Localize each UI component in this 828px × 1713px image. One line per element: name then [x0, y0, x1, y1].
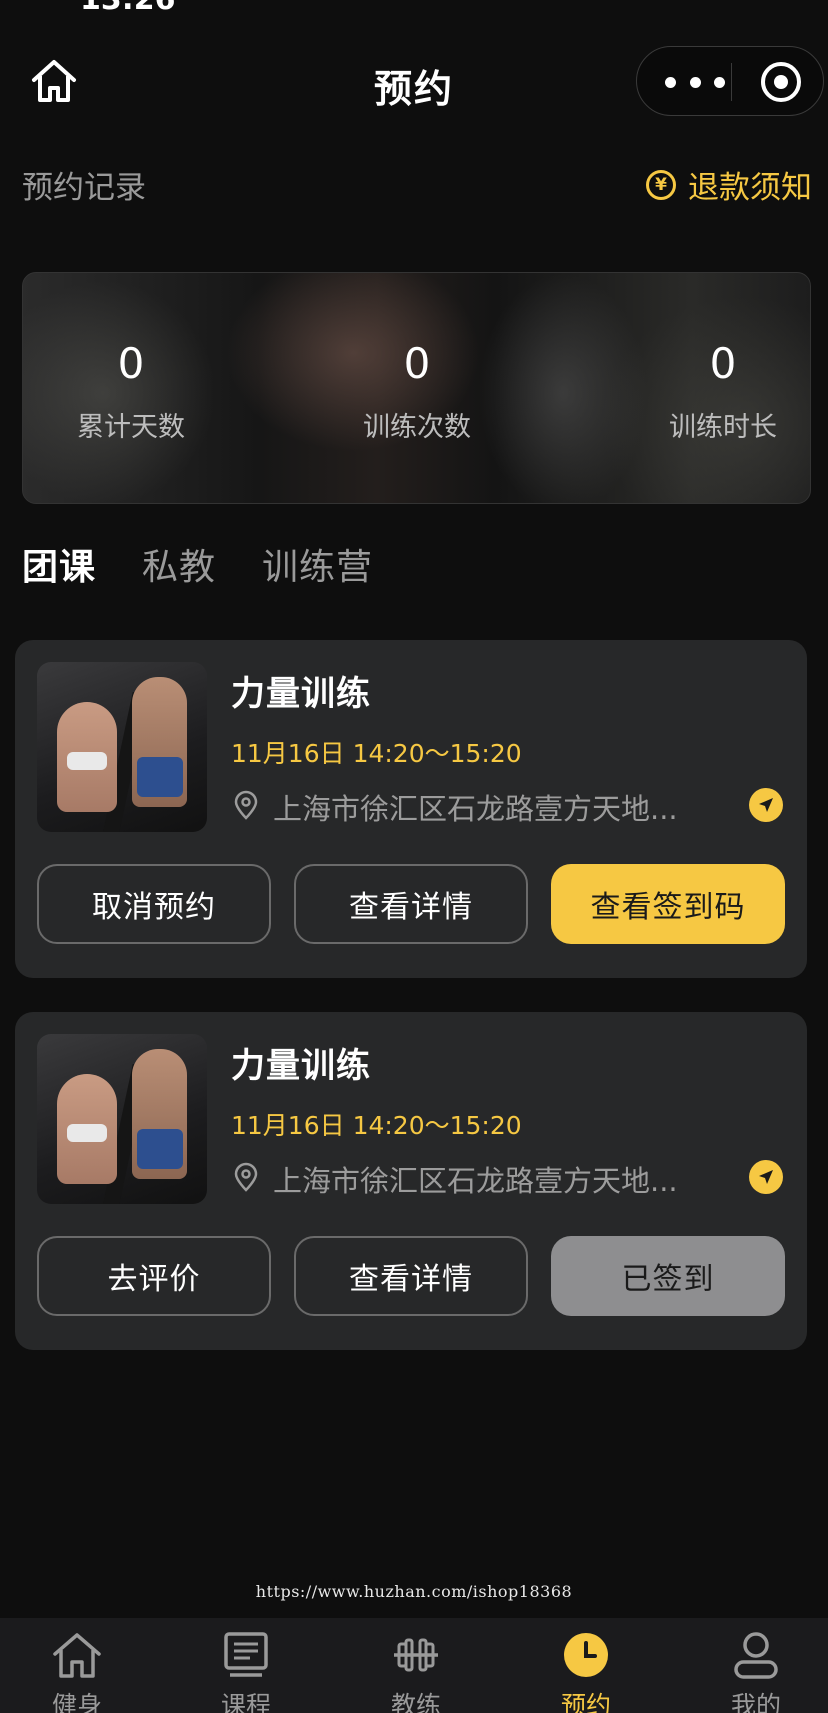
- close-mini-program-button[interactable]: [761, 62, 801, 102]
- cancel-booking-button[interactable]: 取消预约: [37, 864, 271, 944]
- yen-icon: ¥: [646, 169, 676, 200]
- tabbar-label: 课程: [220, 1691, 271, 1713]
- stats-banner: 0 累计天数 0 训练次数 0 训练时长: [22, 272, 811, 504]
- checked-in-button: 已签到: [551, 1236, 785, 1316]
- watermark-text: https://www.huzhan.com/ishop18368: [255, 1582, 573, 1601]
- bottom-tab-bar: 健身 课程 教练 预约 我的: [0, 1618, 828, 1713]
- booking-card: 力量训练 11月16日 14:20～15:20 上海市徐汇区石龙路壹方天地...…: [15, 1012, 807, 1350]
- tabbar-item-coaches[interactable]: 教练: [356, 1618, 476, 1713]
- tabbar-item-booking[interactable]: 预约: [526, 1618, 646, 1713]
- tabbar-label: 我的: [730, 1691, 781, 1713]
- more-menu-button[interactable]: [665, 69, 725, 95]
- navigation-bar: 预约: [0, 40, 828, 124]
- mini-program-capsule: [636, 46, 824, 116]
- tabbar-item-profile[interactable]: 我的: [696, 1618, 816, 1713]
- category-tabs: 团课 私教 训练营: [22, 538, 419, 590]
- class-time: 11月16日 14:20～15:20: [231, 739, 522, 768]
- record-title: 预约记录: [22, 170, 146, 206]
- status-bar: 13:26: [0, 0, 828, 20]
- user-icon: [734, 1632, 778, 1679]
- rate-button[interactable]: 去评价: [37, 1236, 271, 1316]
- booking-card: 力量训练 11月16日 14:20～15:20 上海市徐汇区石龙路壹方天地...…: [15, 640, 807, 978]
- home-icon: [53, 1633, 101, 1678]
- tab-personal-training[interactable]: 私教: [142, 538, 216, 590]
- tabbar-item-fitness[interactable]: 健身: [17, 1618, 137, 1713]
- stat-value: 0: [117, 339, 145, 388]
- stat-value: 0: [403, 339, 431, 388]
- class-address: 上海市徐汇区石龙路壹方天地...: [273, 792, 678, 826]
- class-photo: [37, 1034, 207, 1204]
- tabbar-label: 教练: [390, 1691, 441, 1713]
- tabbar-item-courses[interactable]: 课程: [186, 1618, 306, 1713]
- refund-notice-label: 退款须知: [688, 170, 812, 206]
- list-icon: [224, 1632, 268, 1677]
- clock-icon: [564, 1633, 608, 1677]
- more-dots-icon: [665, 76, 676, 88]
- tabbar-label: 预约: [560, 1691, 611, 1713]
- stat-label: 累计天数: [77, 412, 185, 443]
- status-time: 13:26: [80, 0, 176, 17]
- navigation-arrow-icon: [759, 798, 773, 812]
- class-address: 上海市徐汇区石龙路壹方天地...: [273, 1164, 678, 1198]
- class-name: 力量训练: [231, 1046, 371, 1086]
- class-name: 力量训练: [231, 674, 371, 714]
- tab-group-class[interactable]: 团课: [22, 538, 96, 590]
- stat-label: 训练时长: [669, 412, 777, 443]
- tab-training-camp[interactable]: 训练营: [262, 538, 373, 590]
- view-checkin-code-button[interactable]: 查看签到码: [551, 864, 785, 944]
- class-photo: [37, 662, 207, 832]
- location-pin-icon: [234, 1162, 258, 1192]
- status-indicators: [608, 0, 778, 4]
- location-pin-icon: [234, 790, 258, 820]
- view-details-button[interactable]: 查看详情: [294, 1236, 528, 1316]
- stat-value: 0: [709, 339, 737, 388]
- view-details-button[interactable]: 查看详情: [294, 864, 528, 944]
- capsule-divider: [731, 63, 732, 101]
- stat-label: 训练次数: [363, 412, 471, 443]
- refund-notice-link[interactable]: ¥ 退款须知: [646, 162, 812, 207]
- navigation-arrow-icon: [759, 1170, 773, 1184]
- navigate-button[interactable]: [749, 1160, 783, 1194]
- class-time: 11月16日 14:20～15:20: [231, 1111, 522, 1140]
- dumbbell-icon: [394, 1638, 438, 1672]
- navigate-button[interactable]: [749, 788, 783, 822]
- tabbar-label: 健身: [51, 1691, 102, 1713]
